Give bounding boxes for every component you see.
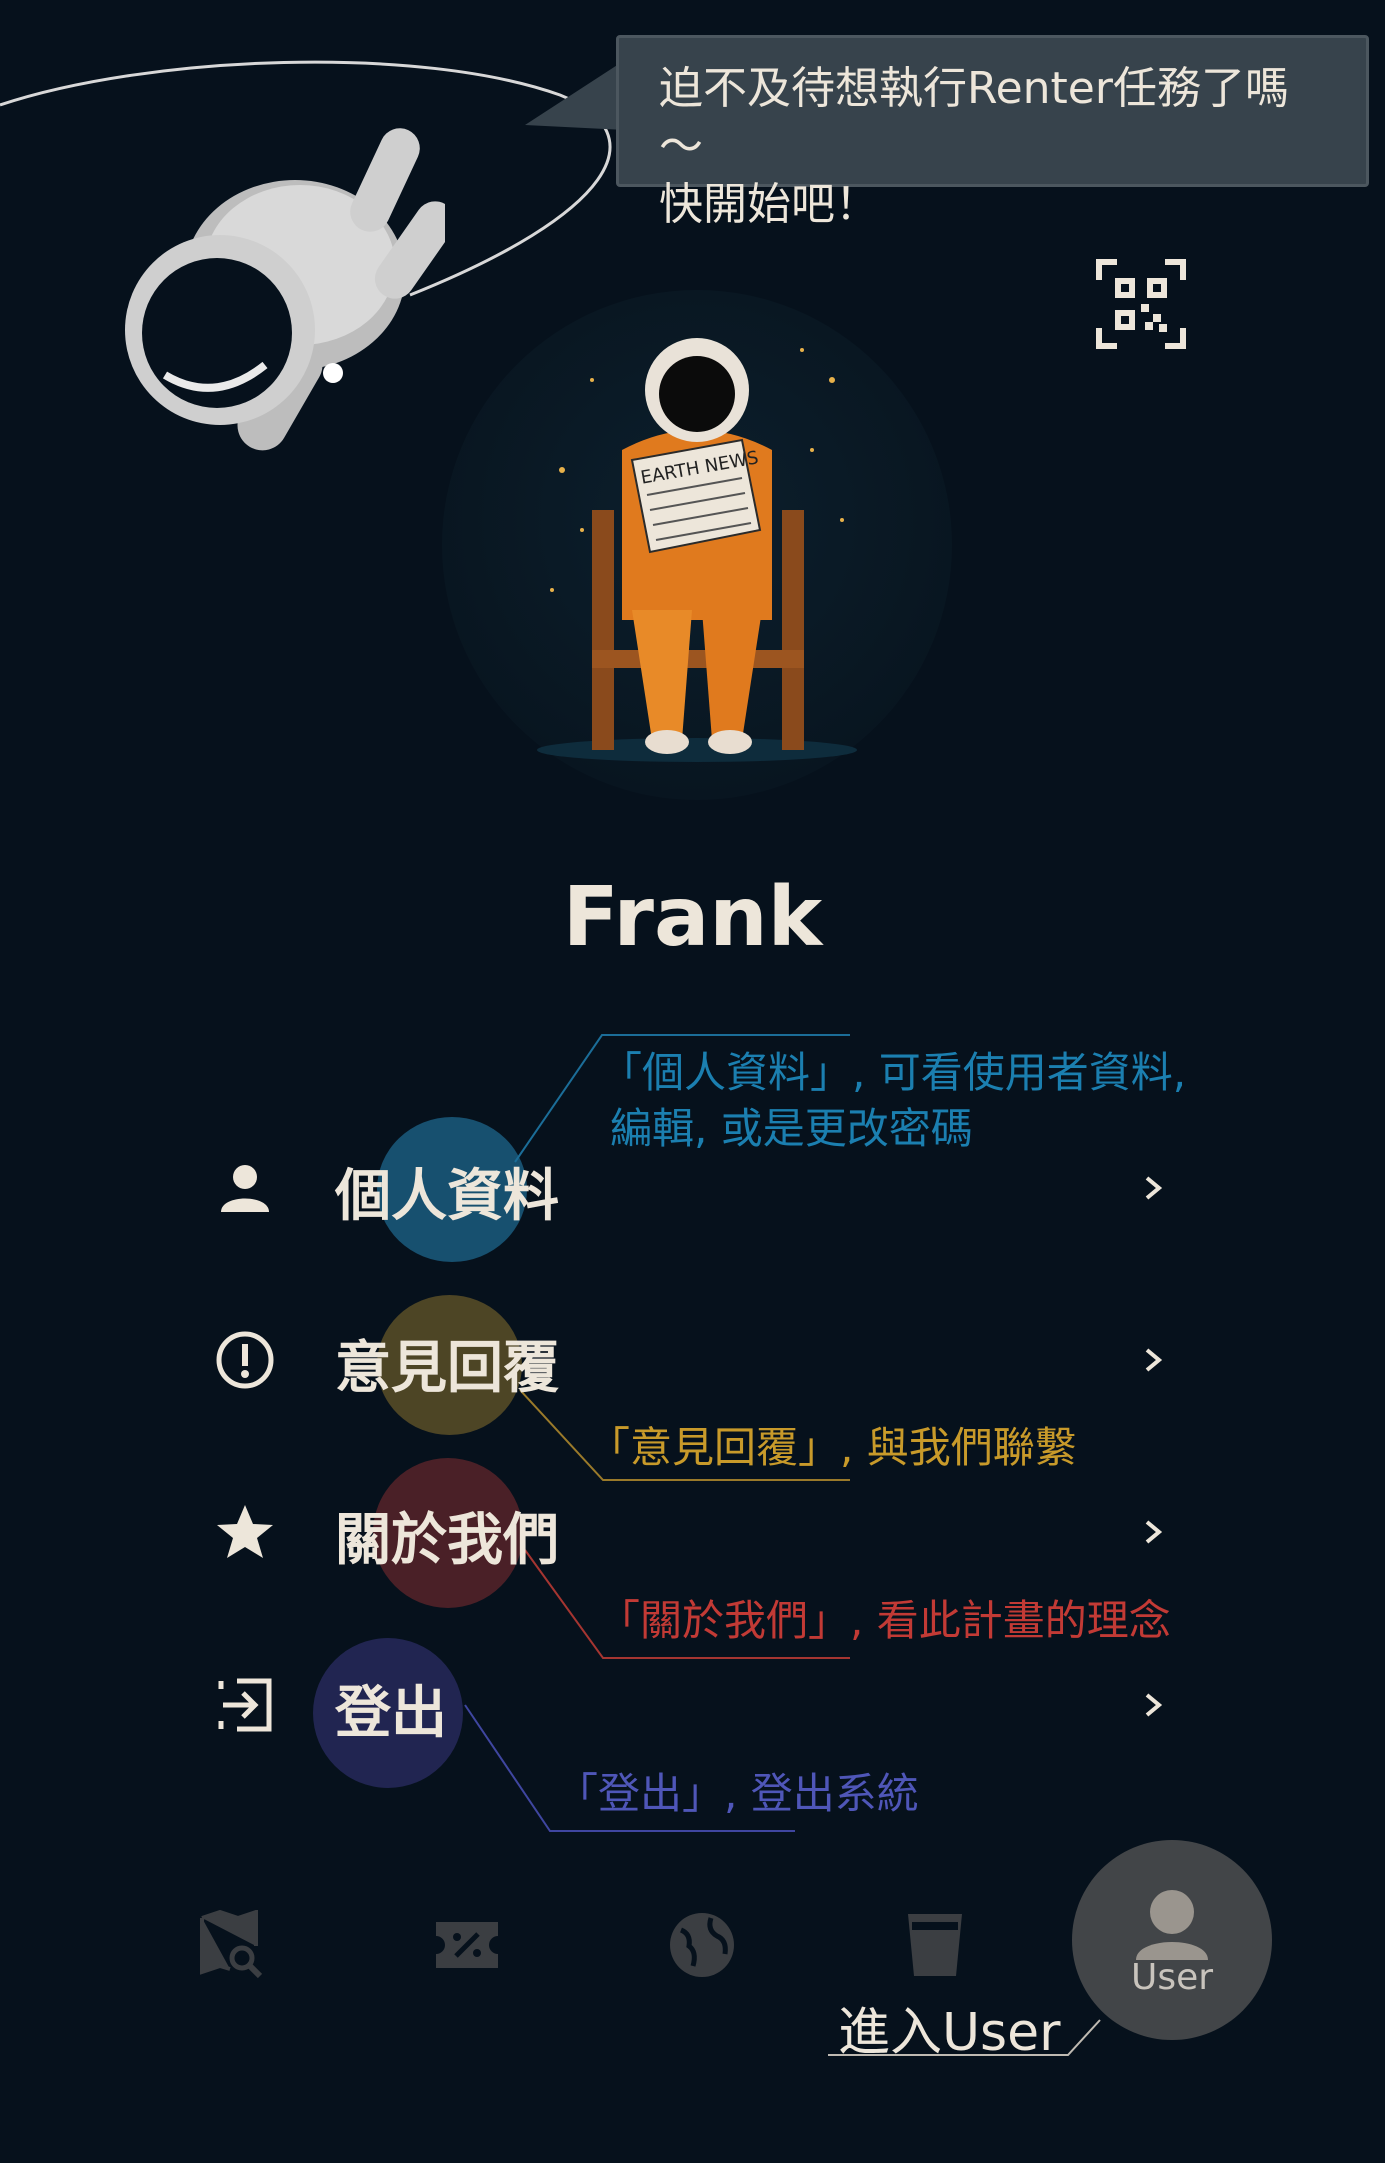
feedback-callout: 「意見回覆」, 與我們聯繫 <box>588 1423 1077 1472</box>
menu-label-profile: 個人資料 <box>335 1164 559 1229</box>
logout-icon <box>218 1678 272 1732</box>
globe-icon[interactable] <box>667 1910 737 1980</box>
chevron-right-icon <box>1145 1348 1163 1372</box>
menu-label-about: 關於我們 <box>335 1508 559 1573</box>
map-search-icon[interactable] <box>198 1910 268 1980</box>
profile-callout-line-1: 「個人資料」, 可看使用者資料, <box>600 1048 1187 1097</box>
chevron-right-icon <box>1145 1693 1163 1717</box>
chevron-right-icon <box>1145 1520 1163 1544</box>
about-callout: 「關於我們」, 看此計畫的理念 <box>598 1596 1171 1645</box>
alert-circle-icon <box>216 1331 274 1389</box>
nav-user-label: User <box>1130 1957 1214 1998</box>
menu-label-feedback: 意見回覆 <box>335 1336 559 1401</box>
user-icon <box>1136 1890 1208 1960</box>
profile-callout-line-2: 編輯, 或是更改密碼 <box>610 1104 973 1153</box>
profile-callout: 「個人資料」, 可看使用者資料, 編輯, 或是更改密碼 <box>600 1045 1186 1157</box>
star-icon <box>217 1505 273 1558</box>
coupon-icon[interactable] <box>432 1910 502 1980</box>
menu-item-about[interactable]: 關於我們 <box>215 1477 1175 1587</box>
menu-item-feedback[interactable]: 意見回覆 <box>215 1305 1175 1415</box>
cup-icon[interactable] <box>900 1910 970 1980</box>
menu-item-logout[interactable]: 登出 <box>215 1650 1175 1760</box>
menu-label-logout: 登出 <box>335 1681 447 1746</box>
enter-user-annotation: 進入User <box>838 2003 1061 2063</box>
nav-user-button[interactable] <box>1072 1840 1272 2040</box>
person-icon <box>221 1165 269 1212</box>
logout-callout: 「登出」, 登出系統 <box>556 1769 919 1818</box>
chevron-right-icon <box>1145 1176 1163 1200</box>
